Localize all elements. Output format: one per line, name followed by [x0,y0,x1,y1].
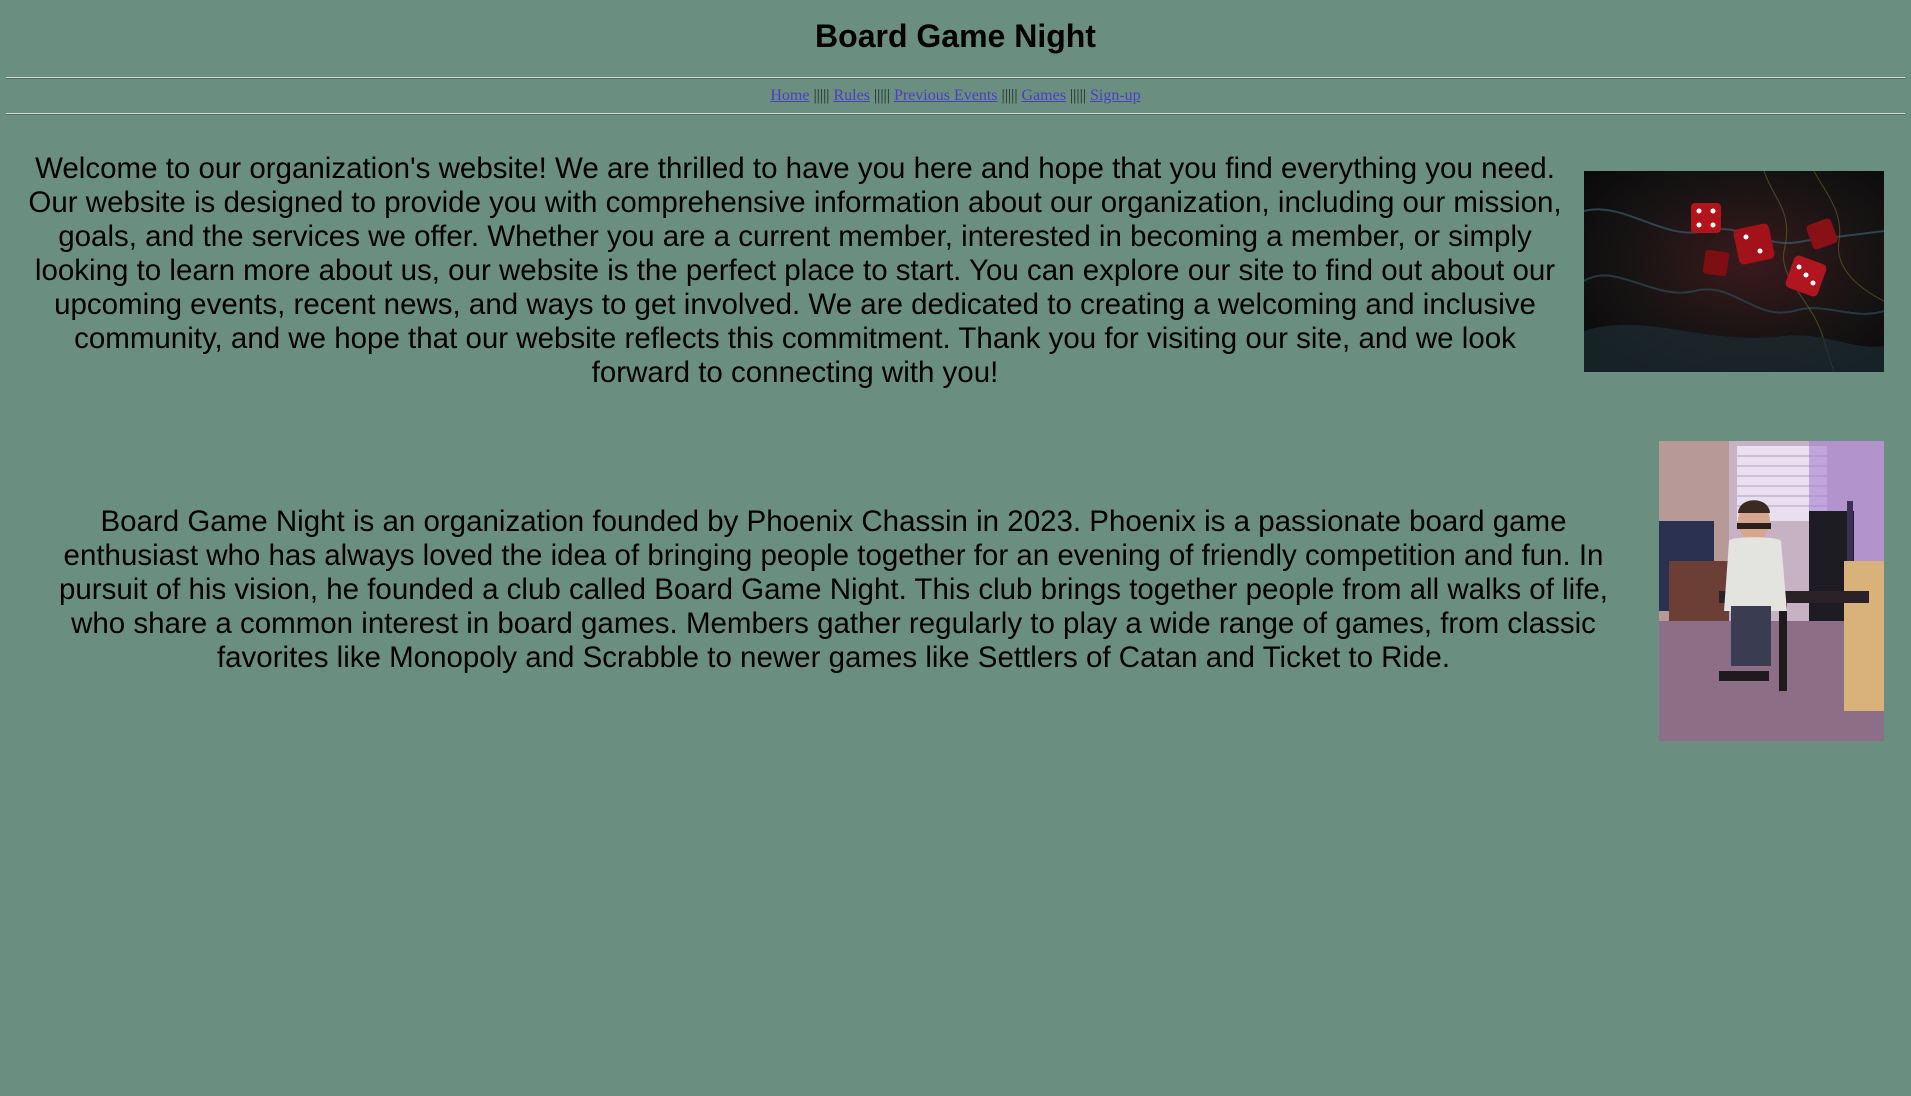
nav-separator: ||||| [1001,87,1018,104]
page-title: Board Game Night [815,18,1096,54]
nav-separator: ||||| [1069,87,1086,104]
about-paragraph: Board Game Night is an organization foun… [58,505,1609,674]
founder-photo [1659,441,1884,741]
nav-link-previous-events[interactable]: Previous Events [894,87,998,104]
nav-separator: ||||| [813,87,830,104]
dice-on-map-image [1584,171,1884,372]
bottom-divider [6,113,1905,115]
nav-bar: Home ||||| Rules ||||| Previous Events |… [0,85,1911,107]
nav-link-sign-up[interactable]: Sign-up [1090,87,1141,104]
nav-separator: ||||| [873,87,890,104]
nav-link-home[interactable]: Home [770,87,809,104]
welcome-paragraph: Welcome to our organization's website! W… [28,152,1562,389]
nav-link-games[interactable]: Games [1022,87,1066,104]
nav-link-rules[interactable]: Rules [833,87,869,104]
top-divider [6,77,1905,79]
